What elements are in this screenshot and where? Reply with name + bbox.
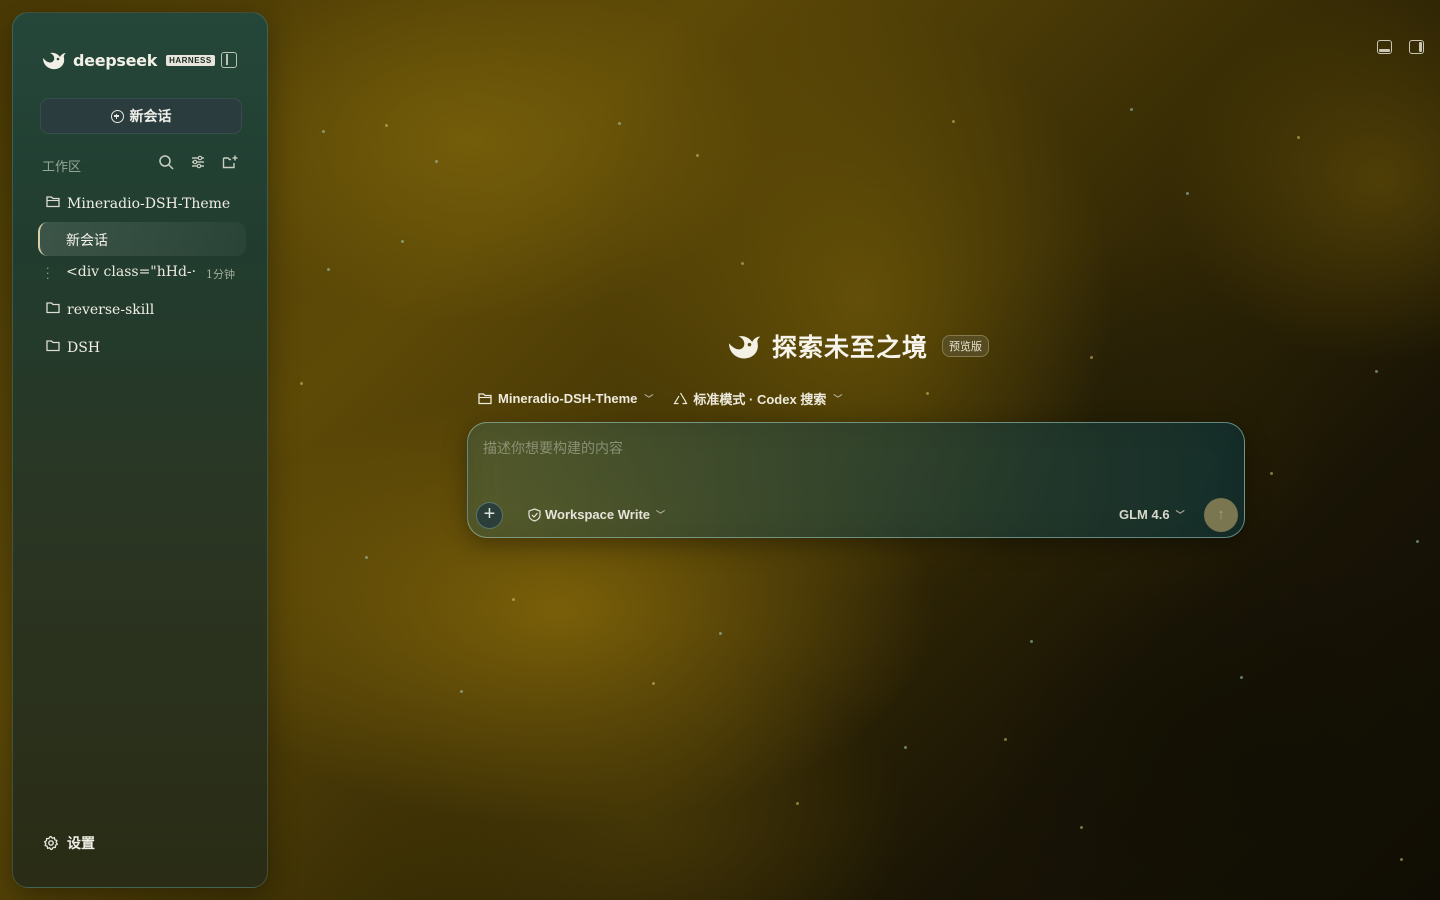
sidebar: deepseek HARNESS 新会话 工作区 Mineradio-DSH-T… [12,12,268,888]
send-button[interactable]: ↑ [1204,498,1238,532]
chevron-down-icon: ﹀ [1175,510,1185,520]
new-chat-button[interactable]: 新会话 [40,98,242,134]
settings-label: 设置 [67,835,95,851]
chevron-down-icon: ﹀ [644,394,654,404]
new-folder-icon[interactable] [222,154,238,170]
project-item-reverse-skill[interactable]: reverse-skill [46,301,154,318]
session-item-active[interactable]: 新会话 [38,222,246,256]
settings-button[interactable]: 设置 [43,833,95,853]
model-label: GLM 4.6 [1119,507,1170,522]
project-selector[interactable]: Mineradio-DSH-Theme ﹀ [478,391,653,406]
toggle-sidebar-icon[interactable] [221,52,237,68]
session-item[interactable]: · · · <div class="hHd-··· 1分钟 [46,263,246,284]
mode-selector[interactable]: 标准模式 · Codex 搜索 ﹀ [673,389,842,408]
drag-handle-icon[interactable]: · · · [46,263,50,284]
shield-icon [528,507,541,522]
gear-icon [43,835,59,851]
hero-title: 探索未至之境 [772,334,929,362]
chevron-down-icon: ﹀ [656,510,666,520]
brand-logo: deepseek HARNESS [41,49,215,71]
project-name: reverse-skill [67,301,155,318]
project-selector-label: Mineradio-DSH-Theme [498,391,638,406]
deepseek-whale-icon [729,336,761,359]
harness-badge: HARNESS [166,54,215,66]
folder-open-icon [46,195,61,212]
folder-open-icon [478,393,492,405]
new-chat-label: 新会话 [129,108,172,124]
project-name: Mineradio-DSH-Theme [67,195,231,212]
plus-circle-icon [110,109,124,123]
recycle-icon [673,392,688,405]
folder-icon [46,339,61,356]
deepseek-whale-icon [43,52,66,70]
session-title: <div class="hHd-··· [66,264,196,280]
prompt-input[interactable] [483,435,1223,463]
workspace-label: 工作区 [42,159,82,174]
permission-label: Workspace Write [545,507,651,522]
chevron-down-icon: ﹀ [833,394,843,404]
folder-icon [46,301,61,318]
toggle-right-panel-icon[interactable] [1409,40,1424,54]
permission-selector[interactable]: Workspace Write ﹀ [528,507,665,522]
project-item-mineradio[interactable]: Mineradio-DSH-Theme [46,195,230,212]
preview-badge: 预览版 [942,335,990,357]
brand-name: deepseek [73,50,158,70]
model-selector[interactable]: GLM 4.6 ﹀ [1119,507,1185,522]
prompt-composer: + Workspace Write ﹀ GLM 4.6 ﹀ ↑ [467,422,1245,538]
search-icon[interactable] [158,154,174,170]
mode-selector-label: 标准模式 · Codex 搜索 [693,392,827,407]
hero-heading: 探索未至之境 预览版 [726,328,990,364]
project-item-dsh[interactable]: DSH [46,339,100,356]
session-title: 新会话 [66,233,108,249]
project-name: DSH [67,339,101,356]
filter-icon[interactable] [190,154,206,170]
add-attachment-button[interactable]: + [476,502,503,529]
toggle-bottom-panel-icon[interactable] [1377,40,1392,54]
session-timestamp: 1分钟 [206,268,235,281]
